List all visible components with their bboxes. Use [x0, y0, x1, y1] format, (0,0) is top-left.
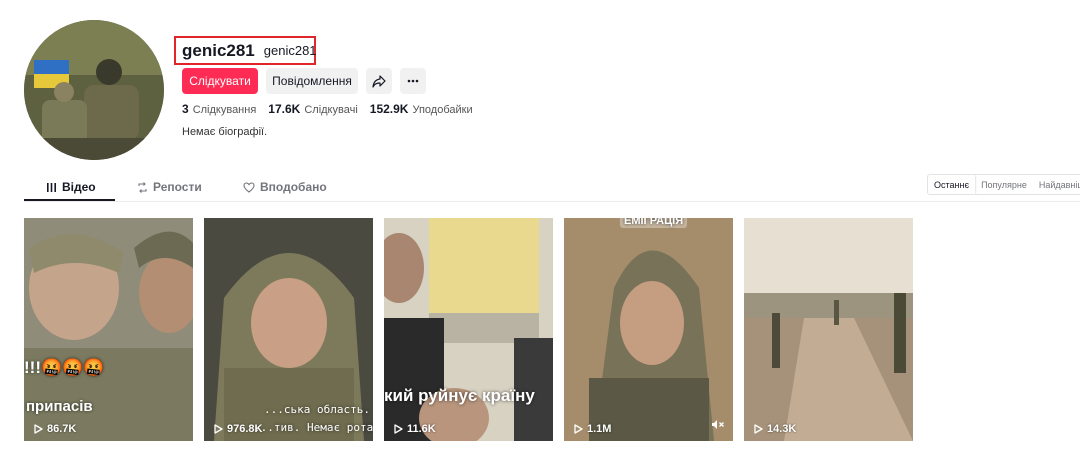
more-button[interactable] — [400, 68, 426, 94]
username: genic281 — [182, 40, 255, 60]
profile-name-highlight: genic281 genic281 — [174, 36, 317, 65]
tab-reposts[interactable]: Репости — [137, 180, 202, 194]
repost-icon — [138, 181, 147, 193]
video-card[interactable]: ЕМІГРАЦІЯ 1.1M — [564, 218, 733, 441]
video-views-count: 14.3K — [767, 423, 797, 435]
video-views: 11.6K — [394, 423, 436, 435]
tab-liked[interactable]: Вподобано — [243, 180, 327, 194]
video-grid: !!!🤬🤬🤬 припасів 86.7K ...ська область. .… — [24, 218, 913, 441]
video-views-count: 86.7K — [47, 423, 77, 435]
play-icon — [214, 424, 223, 434]
profile-tabs: Відео Репости Вподобано — [24, 172, 1080, 202]
following-count: 3 — [182, 102, 189, 116]
sort-oldest[interactable]: Найдавніц — [1033, 175, 1080, 194]
share-icon — [372, 75, 386, 88]
video-top-caption: ЕМІГРАЦІЯ — [620, 218, 688, 228]
likes-stat: 152.9K Уподобайки — [370, 102, 473, 116]
video-views-count: 11.6K — [407, 423, 436, 435]
profile-avatar[interactable] — [24, 20, 164, 160]
video-thumbnail — [564, 218, 733, 441]
sort-selector: Останнє Популярне Найдавніц — [927, 174, 1080, 195]
muted-icon[interactable] — [711, 419, 725, 433]
video-card[interactable]: кий руйнує країну 11.6K — [384, 218, 553, 441]
nickname: genic281 — [263, 43, 317, 58]
profile-actions: Слідкувати Повідомлення — [182, 68, 426, 94]
video-views: 86.7K — [34, 423, 76, 435]
tab-videos[interactable]: Відео — [46, 180, 96, 194]
sort-latest[interactable]: Останнє — [928, 175, 976, 194]
video-caption-text: припасів — [26, 398, 93, 415]
heart-icon — [243, 181, 255, 193]
active-tab-indicator — [24, 199, 115, 201]
following-stat[interactable]: 3 Слідкування — [182, 102, 256, 116]
play-icon — [34, 424, 43, 434]
play-icon — [574, 424, 583, 434]
follow-button[interactable]: Слідкувати — [182, 68, 258, 94]
followers-stat[interactable]: 17.6K Слідкувачі — [268, 102, 357, 116]
video-card[interactable]: ...ська область. ...тив. Немає ротації 9… — [204, 218, 373, 441]
video-views: 976.8K — [214, 423, 262, 435]
tab-videos-label: Відео — [62, 180, 96, 194]
followers-label: Слідкувачі — [304, 104, 358, 116]
tab-reposts-label: Репости — [153, 180, 202, 194]
video-caption-line-2: ...тив. Немає ротації — [254, 421, 373, 434]
video-emoji-text: !!!🤬🤬🤬 — [24, 358, 105, 377]
followers-count: 17.6K — [268, 102, 301, 116]
profile-stats: 3 Слідкування 17.6K Слідкувачі 152.9K Уп… — [182, 102, 485, 116]
more-icon — [407, 79, 419, 83]
video-thumbnail — [744, 218, 913, 441]
video-caption-text: кий руйнує країну — [384, 386, 535, 405]
video-views: 14.3K — [754, 423, 796, 435]
video-card[interactable]: !!!🤬🤬🤬 припасів 86.7K — [24, 218, 193, 441]
grid-icon — [47, 182, 56, 192]
following-label: Слідкування — [192, 104, 257, 116]
play-icon — [754, 424, 763, 434]
video-views-count: 1.1M — [587, 423, 612, 435]
message-button[interactable]: Повідомлення — [266, 68, 358, 94]
video-caption-line-1: ...ська область. — [264, 403, 370, 416]
likes-label: Уподобайки — [412, 104, 473, 116]
profile-bio: Немає біографії. — [182, 126, 268, 138]
video-thumbnail — [384, 218, 553, 441]
share-button[interactable] — [366, 68, 392, 94]
tab-liked-label: Вподобано — [260, 180, 327, 194]
video-views: 1.1M — [574, 423, 611, 435]
likes-count: 152.9K — [369, 102, 409, 116]
sort-popular[interactable]: Популярне — [975, 175, 1033, 194]
video-views-count: 976.8K — [227, 423, 263, 435]
avatar-image — [24, 20, 164, 160]
play-icon — [394, 424, 403, 434]
video-card[interactable]: 14.3K — [744, 218, 913, 441]
